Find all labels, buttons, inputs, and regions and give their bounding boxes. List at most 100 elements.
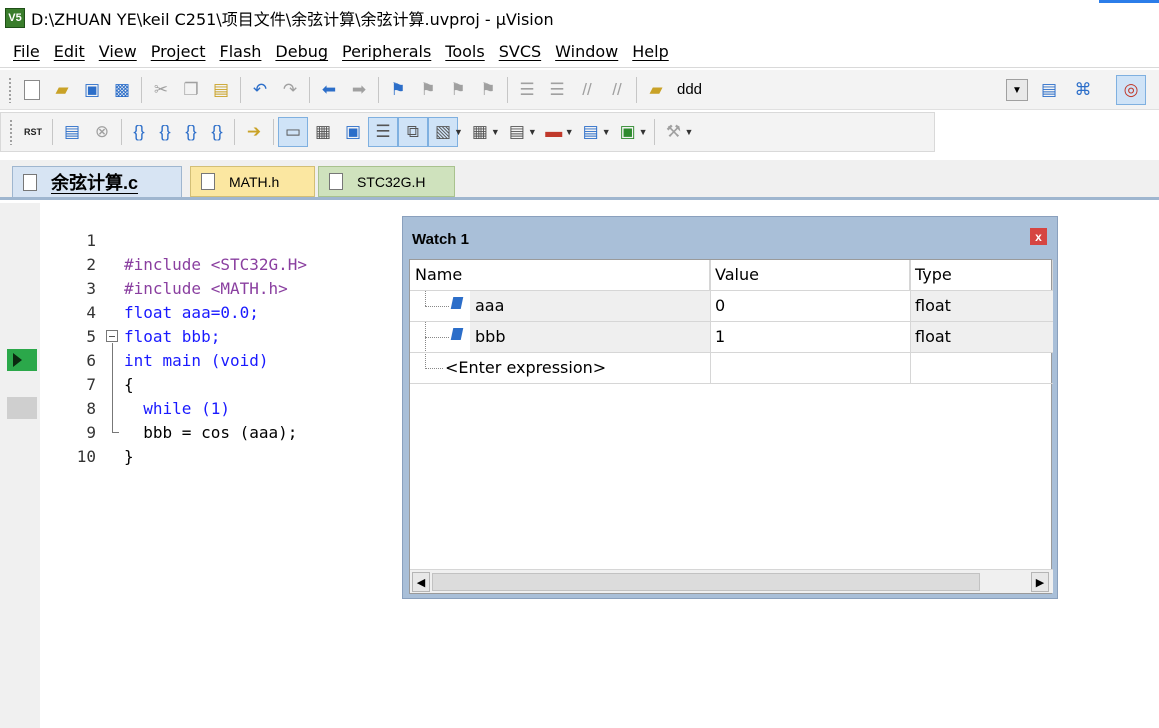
column-header-value[interactable]: Value — [710, 260, 910, 290]
menu-tools[interactable]: Tools — [438, 42, 491, 61]
target-dropdown-button[interactable]: ▼ — [1006, 79, 1028, 101]
toolbar-grip[interactable] — [8, 76, 12, 103]
show-next-statement-button[interactable]: ➔ — [239, 117, 269, 147]
dropdown-arrow-icon[interactable]: ▼ — [454, 127, 463, 137]
menu-project[interactable]: Project — [144, 42, 213, 61]
stop-button[interactable]: ⊗ — [87, 117, 117, 147]
arrow-right-icon: ➡ — [351, 79, 367, 99]
watch-var-name[interactable]: bbb — [470, 322, 710, 352]
separator — [52, 119, 53, 145]
step-into-button[interactable]: {} — [126, 117, 152, 147]
symbols-window-button[interactable]: ▣ — [338, 117, 368, 147]
search-button[interactable]: ◎ — [1116, 75, 1146, 105]
watch-row-new[interactable]: <Enter expression> — [410, 353, 1053, 383]
target-name[interactable]: ddd — [677, 81, 702, 98]
scrollbar-thumb[interactable] — [432, 573, 980, 591]
new-file-button[interactable] — [17, 75, 47, 105]
command-window-button[interactable]: ▭ — [278, 117, 308, 147]
chip-icon: ▣ — [619, 122, 636, 141]
menu-window[interactable]: Window — [548, 42, 625, 61]
column-divider[interactable] — [710, 260, 711, 384]
cut-button[interactable]: ✂ — [146, 75, 176, 105]
horizontal-scrollbar[interactable]: ◀ ▶ — [410, 569, 1053, 593]
step-out-button[interactable]: {} — [178, 117, 204, 147]
call-stack-window-button[interactable]: ⧉ — [398, 117, 428, 147]
watch-window-title: Watch 1 — [412, 231, 469, 248]
undo-button[interactable]: ↶ — [245, 75, 275, 105]
uncomment-button[interactable]: // — [602, 75, 632, 105]
toolbar-grip[interactable] — [9, 119, 13, 145]
dropdown-arrow-icon[interactable]: ▼ — [639, 127, 648, 137]
find-in-files-button[interactable]: ▰ — [641, 75, 671, 105]
run-to-cursor-button[interactable]: {} — [204, 117, 230, 147]
scissors-icon: ✂ — [153, 79, 169, 99]
menu-peripherals[interactable]: Peripherals — [335, 42, 438, 61]
watch-var-name[interactable]: aaa — [470, 291, 710, 321]
column-header-name[interactable]: Name — [410, 260, 710, 290]
run-button[interactable]: ▤ — [57, 117, 87, 147]
comment-button[interactable]: // — [572, 75, 602, 105]
scroll-left-icon[interactable]: ◀ — [412, 572, 430, 592]
dropdown-arrow-icon[interactable]: ▼ — [565, 127, 574, 137]
rst-icon: RST — [24, 126, 42, 137]
call-stack-icon: ⧉ — [406, 122, 420, 141]
copy-button[interactable]: ❐ — [176, 75, 206, 105]
registers-window-button[interactable]: ☰ — [368, 117, 398, 147]
menu-debug[interactable]: Debug — [268, 42, 335, 61]
menu-flash[interactable]: Flash — [212, 42, 268, 61]
close-icon[interactable]: x — [1030, 228, 1047, 245]
disassembly-window-button[interactable]: ▦ — [308, 117, 338, 147]
step-over-button[interactable]: {} — [152, 117, 178, 147]
separator — [121, 119, 122, 145]
tab-label: STC32G.H — [357, 173, 426, 190]
print-button[interactable]: ▤ — [1034, 75, 1064, 105]
paste-button[interactable]: ▤ — [206, 75, 236, 105]
open-file-button[interactable]: ▰ — [47, 75, 77, 105]
watch-table: Name Value Type aaa 0 float bbb 1 float … — [409, 259, 1053, 594]
watch-var-value[interactable]: 0 — [710, 291, 910, 321]
menu-edit[interactable]: Edit — [47, 42, 92, 61]
scroll-right-icon[interactable]: ▶ — [1031, 572, 1049, 592]
save-button[interactable]: ▣ — [77, 75, 107, 105]
configure-button[interactable]: ⌘ — [1068, 75, 1098, 105]
binoculars-icon: ⌘ — [1074, 80, 1092, 99]
dropdown-arrow-icon[interactable]: ▼ — [491, 127, 500, 137]
redo-button[interactable]: ↷ — [275, 75, 305, 105]
tab-stc32g-h[interactable]: STC32G.H — [318, 166, 455, 197]
dropdown-arrow-icon[interactable]: ▼ — [528, 127, 537, 137]
tab-math-h[interactable]: MATH.h — [190, 166, 315, 197]
watch-window[interactable]: Watch 1 x Name Value Type aaa 0 float bb… — [402, 216, 1058, 599]
save-all-button[interactable]: ▩ — [107, 75, 137, 105]
clear-bookmarks-button[interactable]: ⚑ — [473, 75, 503, 105]
indent-button[interactable]: ☰ — [512, 75, 542, 105]
menu-svcs[interactable]: SVCS — [492, 42, 548, 61]
save-all-icon: ▩ — [113, 79, 131, 99]
separator — [378, 76, 379, 103]
variable-icon — [450, 297, 464, 309]
navigate-back-button[interactable]: ⬅ — [314, 75, 344, 105]
column-divider[interactable] — [910, 260, 911, 384]
paste-icon: ▤ — [212, 79, 230, 99]
unindent-button[interactable]: ☰ — [542, 75, 572, 105]
tab-cosine-c[interactable]: 余弦计算.c — [12, 166, 182, 197]
next-bookmark-button[interactable]: ⚑ — [443, 75, 473, 105]
menu-file[interactable]: File — [6, 42, 47, 61]
watch-row[interactable]: bbb 1 float — [410, 322, 1053, 367]
column-header-type[interactable]: Type — [910, 260, 1053, 290]
previous-bookmark-button[interactable]: ⚑ — [413, 75, 443, 105]
line-number: 10 — [76, 447, 96, 466]
watch-var-value[interactable]: 1 — [710, 322, 910, 352]
watch-row[interactable]: aaa 0 float — [410, 291, 1053, 321]
insert-bookmark-button[interactable]: ⚑ — [383, 75, 413, 105]
dropdown-arrow-icon[interactable]: ▼ — [685, 127, 694, 137]
navigate-forward-button[interactable]: ➡ — [344, 75, 374, 105]
reset-cpu-button[interactable]: RST — [18, 117, 48, 147]
symbols-icon: ▣ — [344, 122, 362, 141]
watch-var-type: float — [910, 322, 1053, 352]
editor-tab-bar: 余弦计算.c MATH.h STC32G.H — [0, 160, 1159, 200]
menu-view[interactable]: View — [92, 42, 144, 61]
menu-help[interactable]: Help — [625, 42, 675, 61]
enter-expression-field[interactable]: <Enter expression> — [440, 353, 710, 383]
bookmark-clear-icon: ⚑ — [480, 79, 496, 99]
dropdown-arrow-icon[interactable]: ▼ — [602, 127, 611, 137]
